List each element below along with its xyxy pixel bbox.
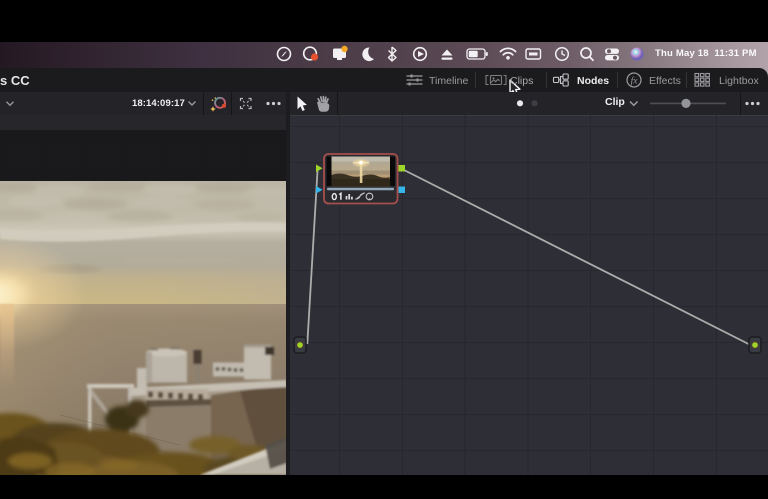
- svg-text:fx: fx: [631, 76, 639, 87]
